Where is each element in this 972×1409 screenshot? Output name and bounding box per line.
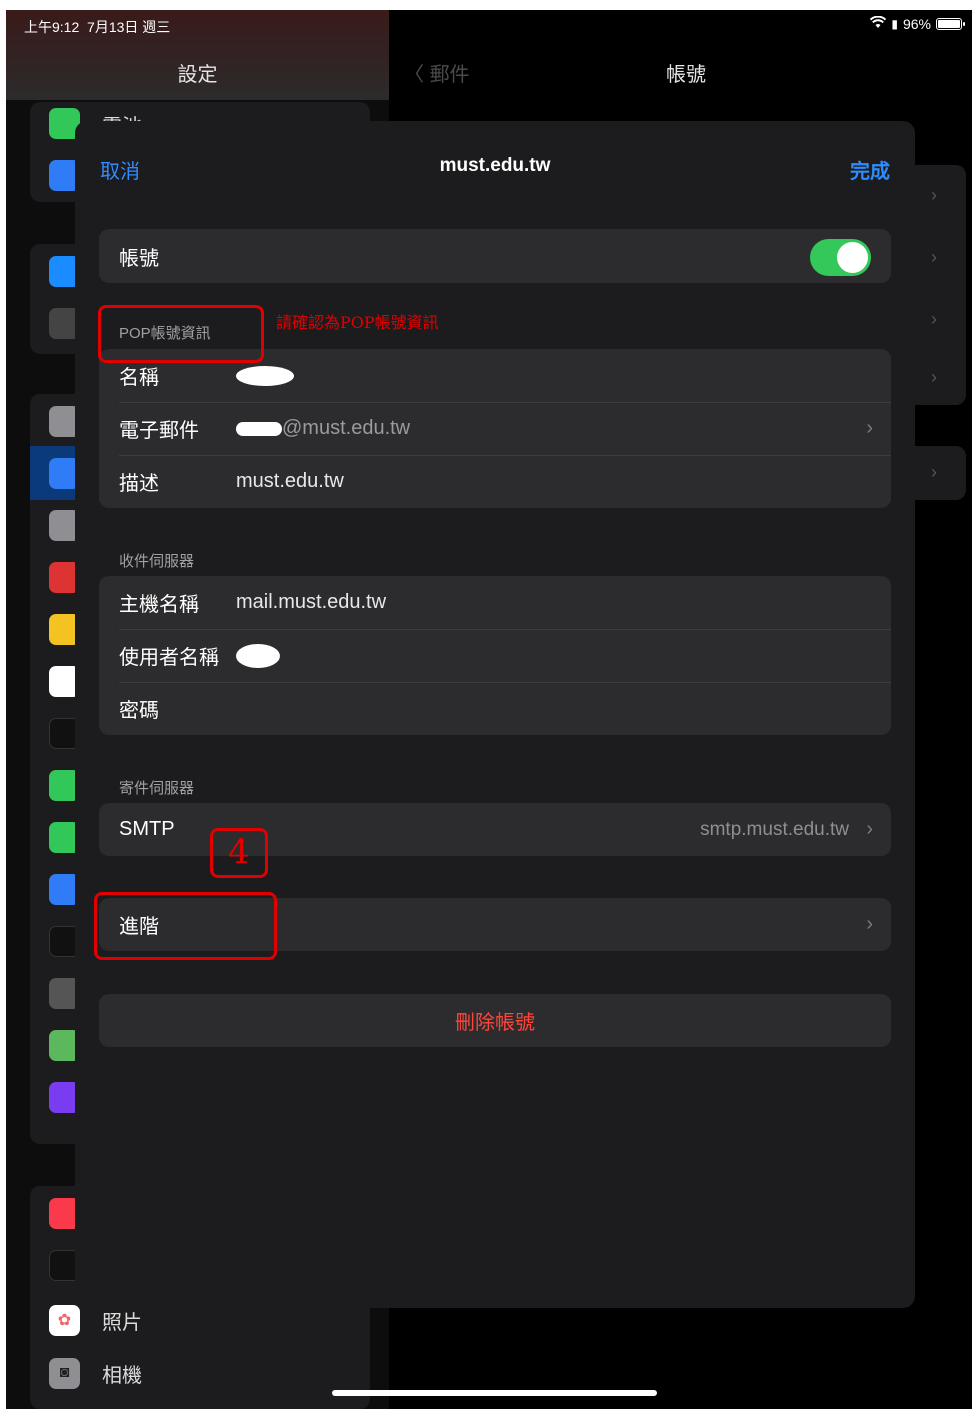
description-label: 描述 <box>119 473 159 495</box>
sidebar-title: 設定 <box>177 64 218 86</box>
back-label: 郵件 <box>429 64 470 86</box>
chevron-right-icon: › <box>931 185 937 205</box>
account-label: 帳號 <box>119 247 159 270</box>
email-domain: @must.edu.tw <box>282 417 411 439</box>
annotation-advanced-box <box>94 892 277 960</box>
ipad-screen: 設定 電池 ✿ 照片 ◙ 相機 <box>6 10 972 1409</box>
password-label: 密碼 <box>119 700 159 722</box>
camera-icon: ◙ <box>49 1357 80 1389</box>
description-value: must.edu.tw <box>236 470 344 492</box>
status-datetime: 上午9:12 7月13日 週三 <box>24 17 170 37</box>
hostname-value: mail.must.edu.tw <box>236 591 387 613</box>
incoming-server-header: 收件伺服器 <box>119 553 195 570</box>
toggle-knob <box>837 242 868 273</box>
outgoing-server-header: 寄件伺服器 <box>119 780 195 797</box>
username-label: 使用者名稱 <box>119 647 219 669</box>
modal-title: must.edu.tw <box>439 155 551 176</box>
smtp-value: smtp.must.edu.tw <box>700 818 849 840</box>
email-value: @must.edu.tw <box>236 417 410 440</box>
chevron-right-icon: › <box>931 462 937 482</box>
chevron-right-icon: › <box>931 309 937 329</box>
detail-fetch-group <box>911 446 966 500</box>
battery-indicator-icon <box>936 18 965 30</box>
detail-accounts-group <box>911 165 966 405</box>
chevron-right-icon: › <box>931 367 937 387</box>
username-value-redacted <box>236 643 280 668</box>
lock-icon: ▮ <box>891 17 898 31</box>
photos-icon: ✿ <box>49 1304 80 1336</box>
chevron-right-icon: › <box>931 247 937 267</box>
chevron-right-icon: › <box>866 913 873 935</box>
account-toggle[interactable] <box>810 239 871 276</box>
delete-account-card: 刪除帳號 <box>99 994 891 1047</box>
email-redaction <box>236 421 282 436</box>
account-modal: 取消 must.edu.tw 完成 帳號 POP帳號資訊 名稱 電子郵件 @mu… <box>75 121 915 1308</box>
annotation-pop-box <box>98 305 264 363</box>
username-row[interactable]: 使用者名稱 <box>99 629 891 682</box>
smtp-label: SMTP <box>119 818 175 840</box>
sidebar-item-label: 照片 <box>102 1311 142 1334</box>
email-row[interactable]: 電子郵件 @must.edu.tw › <box>99 402 891 455</box>
status-indicators: ▮ 96% <box>870 15 965 32</box>
annotation-note: 請確認為POP帳號資訊 <box>276 313 439 332</box>
home-indicator[interactable] <box>332 1390 657 1396</box>
chevron-right-icon: › <box>866 417 873 439</box>
battery-percent: 96% <box>902 16 931 32</box>
email-label: 電子郵件 <box>119 420 199 442</box>
name-label: 名稱 <box>119 367 159 389</box>
hostname-label: 主機名稱 <box>119 594 199 616</box>
annotation-step-number: 4 <box>228 832 250 872</box>
chevron-right-icon: › <box>866 818 873 840</box>
detail-title: 帳號 <box>666 64 706 86</box>
hostname-row[interactable]: 主機名稱 mail.must.edu.tw <box>99 576 891 629</box>
delete-account-button[interactable]: 刪除帳號 <box>99 994 891 1047</box>
sidebar-item-label: 相機 <box>102 1364 142 1387</box>
status-date: 7月13日 週三 <box>87 19 171 35</box>
pop-account-card: 名稱 電子郵件 @must.edu.tw › 描述 must.edu.tw <box>99 349 891 508</box>
sidebar-item-camera[interactable]: ◙ 相機 <box>49 1353 369 1393</box>
back-button[interactable]: 〈 郵件 <box>404 58 470 87</box>
incoming-server-card: 主機名稱 mail.must.edu.tw 使用者名稱 密碼 <box>99 576 891 735</box>
account-toggle-row: 帳號 <box>99 229 891 283</box>
status-bar: 上午9:12 7月13日 週三 ▮ 96% <box>6 10 972 40</box>
done-button[interactable]: 完成 <box>850 155 890 184</box>
description-row[interactable]: 描述 must.edu.tw <box>99 455 891 508</box>
account-toggle-card: 帳號 <box>99 229 891 283</box>
status-time: 上午9:12 <box>24 19 80 35</box>
password-row[interactable]: 密碼 <box>99 682 891 735</box>
name-value-redacted <box>236 364 294 387</box>
wifi-icon <box>870 15 887 32</box>
